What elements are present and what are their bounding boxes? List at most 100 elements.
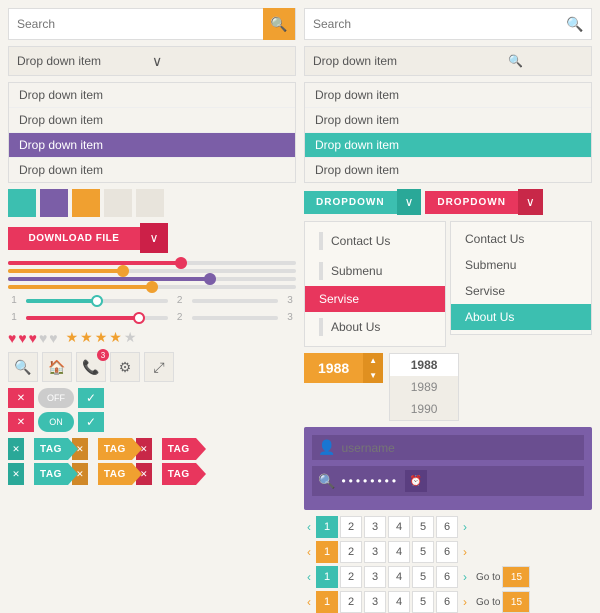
step-dot-2[interactable]: [133, 312, 145, 324]
star-1[interactable]: ★: [66, 329, 79, 346]
dropdown-btn-pink-label[interactable]: DROPDOWN: [425, 191, 518, 214]
dropdown-caret-pink[interactable]: ∨: [518, 189, 543, 215]
list-item[interactable]: Drop down item: [305, 108, 591, 133]
page-btn-1[interactable]: 1: [316, 541, 338, 563]
step-track-3[interactable]: [26, 316, 168, 320]
page-btn-2[interactable]: 2: [340, 591, 362, 613]
page-btn-4[interactable]: 4: [388, 516, 410, 538]
color-btn-teal[interactable]: [8, 189, 36, 217]
username-input[interactable]: [341, 441, 578, 455]
tag-orange-1[interactable]: ✕ TAG: [72, 438, 132, 460]
search-icon-box[interactable]: 🔍: [8, 352, 38, 382]
slider-thumb-4[interactable]: [146, 281, 158, 293]
next-page-2[interactable]: ›: [460, 545, 470, 559]
phone-icon-box[interactable]: 📞 3: [76, 352, 106, 382]
menu-item-active[interactable]: Servise: [305, 286, 445, 312]
settings-icon-box[interactable]: ⚙: [110, 352, 140, 382]
expand-icon-box[interactable]: ⤢: [144, 352, 174, 382]
tag-x[interactable]: ✕: [8, 463, 24, 485]
page-btn-3[interactable]: 3: [364, 541, 386, 563]
page-btn-4[interactable]: 4: [388, 541, 410, 563]
page-btn-2[interactable]: 2: [340, 541, 362, 563]
page-btn-3[interactable]: 3: [364, 516, 386, 538]
page-btn-6[interactable]: 6: [436, 566, 458, 588]
download-main-btn[interactable]: DOWNLOAD FILE: [8, 227, 140, 250]
slider-track-1[interactable]: [8, 261, 296, 265]
page-btn-1[interactable]: 1: [316, 591, 338, 613]
color-btn-orange[interactable]: [72, 189, 100, 217]
tag-teal-2[interactable]: ✕ TAG: [8, 463, 68, 485]
tag-pink-2[interactable]: ✕ TAG: [136, 463, 196, 485]
download-arrow-btn[interactable]: ∨: [140, 223, 168, 253]
page-btn-4[interactable]: 4: [388, 566, 410, 588]
menu-item[interactable]: Servise: [451, 278, 591, 304]
menu-item-active[interactable]: About Us: [451, 304, 591, 330]
step-dot[interactable]: [91, 295, 103, 307]
page-btn-4[interactable]: 4: [388, 591, 410, 613]
stars-rating[interactable]: ★ ★ ★ ★ ★: [66, 329, 137, 346]
next-page-4[interactable]: ›: [460, 595, 470, 609]
toggle-check-2[interactable]: ✓: [78, 412, 104, 432]
login-submit-btn[interactable]: ⏰: [405, 470, 427, 492]
page-btn-5[interactable]: 5: [412, 566, 434, 588]
star-2[interactable]: ★: [80, 329, 93, 346]
list-item[interactable]: Drop down item: [9, 158, 295, 182]
prev-page-4[interactable]: ‹: [304, 595, 314, 609]
goto-input-1[interactable]: [502, 566, 530, 588]
color-btn-light-1[interactable]: [104, 189, 132, 217]
page-btn-6[interactable]: 6: [436, 516, 458, 538]
prev-page-2[interactable]: ‹: [304, 545, 314, 559]
list-item[interactable]: Drop down item: [305, 83, 591, 108]
scroll-item[interactable]: 1989: [390, 376, 458, 398]
color-btn-light-2[interactable]: [136, 189, 164, 217]
list-item[interactable]: Drop down item: [9, 83, 295, 108]
prev-page-1[interactable]: ‹: [304, 520, 314, 534]
dropdown-selector-2[interactable]: Drop down item 🔍: [304, 46, 592, 76]
search-button-2[interactable]: 🔍: [559, 8, 591, 40]
hearts-rating[interactable]: ♥ ♥ ♥ ♥ ♥: [8, 330, 58, 346]
step-track-2[interactable]: [192, 299, 278, 303]
next-page-1[interactable]: ›: [460, 520, 470, 534]
menu-item[interactable]: Submenu: [451, 252, 591, 278]
page-btn-3[interactable]: 3: [364, 566, 386, 588]
heart-3[interactable]: ♥: [29, 330, 37, 346]
page-btn-2[interactable]: 2: [340, 566, 362, 588]
page-btn-2[interactable]: 2: [340, 516, 362, 538]
list-item-active[interactable]: Drop down item: [9, 133, 295, 158]
step-track-4[interactable]: [192, 316, 278, 320]
dropdown-selector-1[interactable]: Drop down item ∨: [8, 46, 296, 76]
search-button-1[interactable]: 🔍: [263, 8, 295, 40]
heart-5[interactable]: ♥: [49, 330, 57, 346]
page-btn-6[interactable]: 6: [436, 591, 458, 613]
search-input-1[interactable]: [9, 13, 263, 35]
page-btn-1[interactable]: 1: [316, 516, 338, 538]
page-btn-5[interactable]: 5: [412, 541, 434, 563]
number-down-btn[interactable]: ▼: [363, 368, 383, 383]
slider-thumb-1[interactable]: [175, 257, 187, 269]
menu-item[interactable]: About Us: [305, 312, 445, 342]
home-icon-box[interactable]: 🏠: [42, 352, 72, 382]
star-5[interactable]: ★: [124, 329, 137, 346]
toggle-x-2[interactable]: ✕: [8, 412, 34, 432]
slider-track-2[interactable]: [8, 269, 296, 273]
page-btn-3[interactable]: 3: [364, 591, 386, 613]
list-item[interactable]: Drop down item: [9, 108, 295, 133]
toggle-check-1[interactable]: ✓: [78, 388, 104, 408]
scroll-item[interactable]: 1990: [390, 398, 458, 420]
tag-teal-1[interactable]: ✕ TAG: [8, 438, 68, 460]
page-btn-6[interactable]: 6: [436, 541, 458, 563]
heart-1[interactable]: ♥: [8, 330, 16, 346]
toggle-on-1[interactable]: ON: [38, 412, 74, 432]
search-input-2[interactable]: [305, 13, 559, 35]
dropdown-btn-teal[interactable]: DROPDOWN ∨: [304, 189, 421, 215]
tag-orange-2[interactable]: ✕ TAG: [72, 463, 132, 485]
star-4[interactable]: ★: [109, 329, 122, 346]
list-item-active[interactable]: Drop down item: [305, 133, 591, 158]
page-btn-1[interactable]: 1: [316, 566, 338, 588]
dropdown-caret-teal[interactable]: ∨: [397, 189, 422, 215]
scroll-picker[interactable]: 1988 1989 1990: [389, 353, 459, 421]
page-btn-5[interactable]: 5: [412, 591, 434, 613]
next-page-3[interactable]: ›: [460, 570, 470, 584]
slider-thumb-3[interactable]: [204, 273, 216, 285]
goto-input-2[interactable]: [502, 591, 530, 613]
